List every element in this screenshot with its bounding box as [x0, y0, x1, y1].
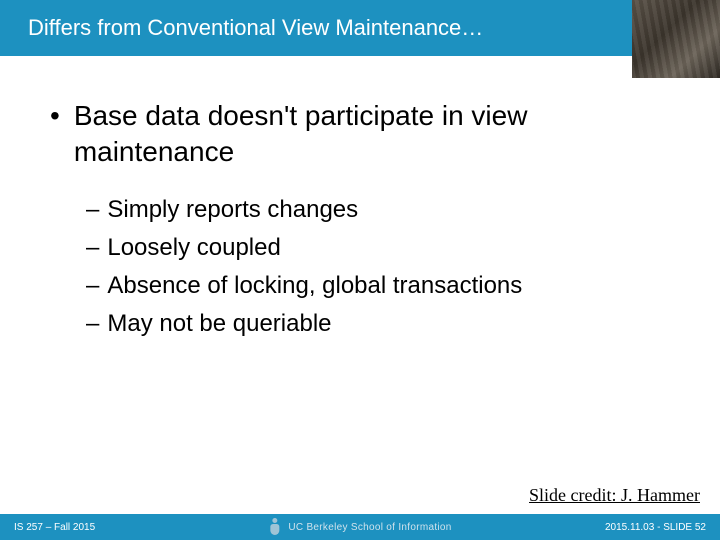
bullet-level2: – Absence of locking, global transaction… — [86, 270, 670, 302]
footer-center-text: UC Berkeley School of Information — [288, 522, 451, 533]
bullet-dot-icon: • — [50, 98, 60, 134]
ischool-logo-icon — [268, 518, 282, 536]
footer-center: UC Berkeley School of Information — [268, 518, 451, 536]
slide-title: Differs from Conventional View Maintenan… — [28, 15, 483, 41]
dash-icon: – — [86, 308, 99, 340]
dash-icon: – — [86, 194, 99, 226]
sub-bullets: – Simply reports changes – Loosely coupl… — [50, 194, 670, 340]
bullet-level2-text: May not be queriable — [107, 308, 331, 340]
bullet-level2-text: Absence of locking, global transactions — [107, 270, 522, 302]
footer-right: 2015.11.03 - SLIDE 52 — [605, 522, 706, 533]
slide-credit: Slide credit: J. Hammer — [529, 485, 700, 506]
bullet-level2: – Loosely coupled — [86, 232, 670, 264]
bullet-level2-text: Simply reports changes — [107, 194, 358, 226]
bullet-level1: • Base data doesn't participate in view … — [50, 98, 670, 170]
bullet-level1-text: Base data doesn't participate in view ma… — [74, 98, 670, 170]
corner-decorative-image — [632, 0, 720, 78]
dash-icon: – — [86, 232, 99, 264]
bullet-level2: – May not be queriable — [86, 308, 670, 340]
title-bar: Differs from Conventional View Maintenan… — [0, 0, 720, 56]
footer-bar: IS 257 – Fall 2015 UC Berkeley School of… — [0, 514, 720, 540]
footer-left: IS 257 – Fall 2015 — [14, 522, 95, 533]
slide: Differs from Conventional View Maintenan… — [0, 0, 720, 540]
bullet-level2-text: Loosely coupled — [107, 232, 280, 264]
bullet-level2: – Simply reports changes — [86, 194, 670, 226]
slide-body: • Base data doesn't participate in view … — [0, 56, 720, 540]
dash-icon: – — [86, 270, 99, 302]
